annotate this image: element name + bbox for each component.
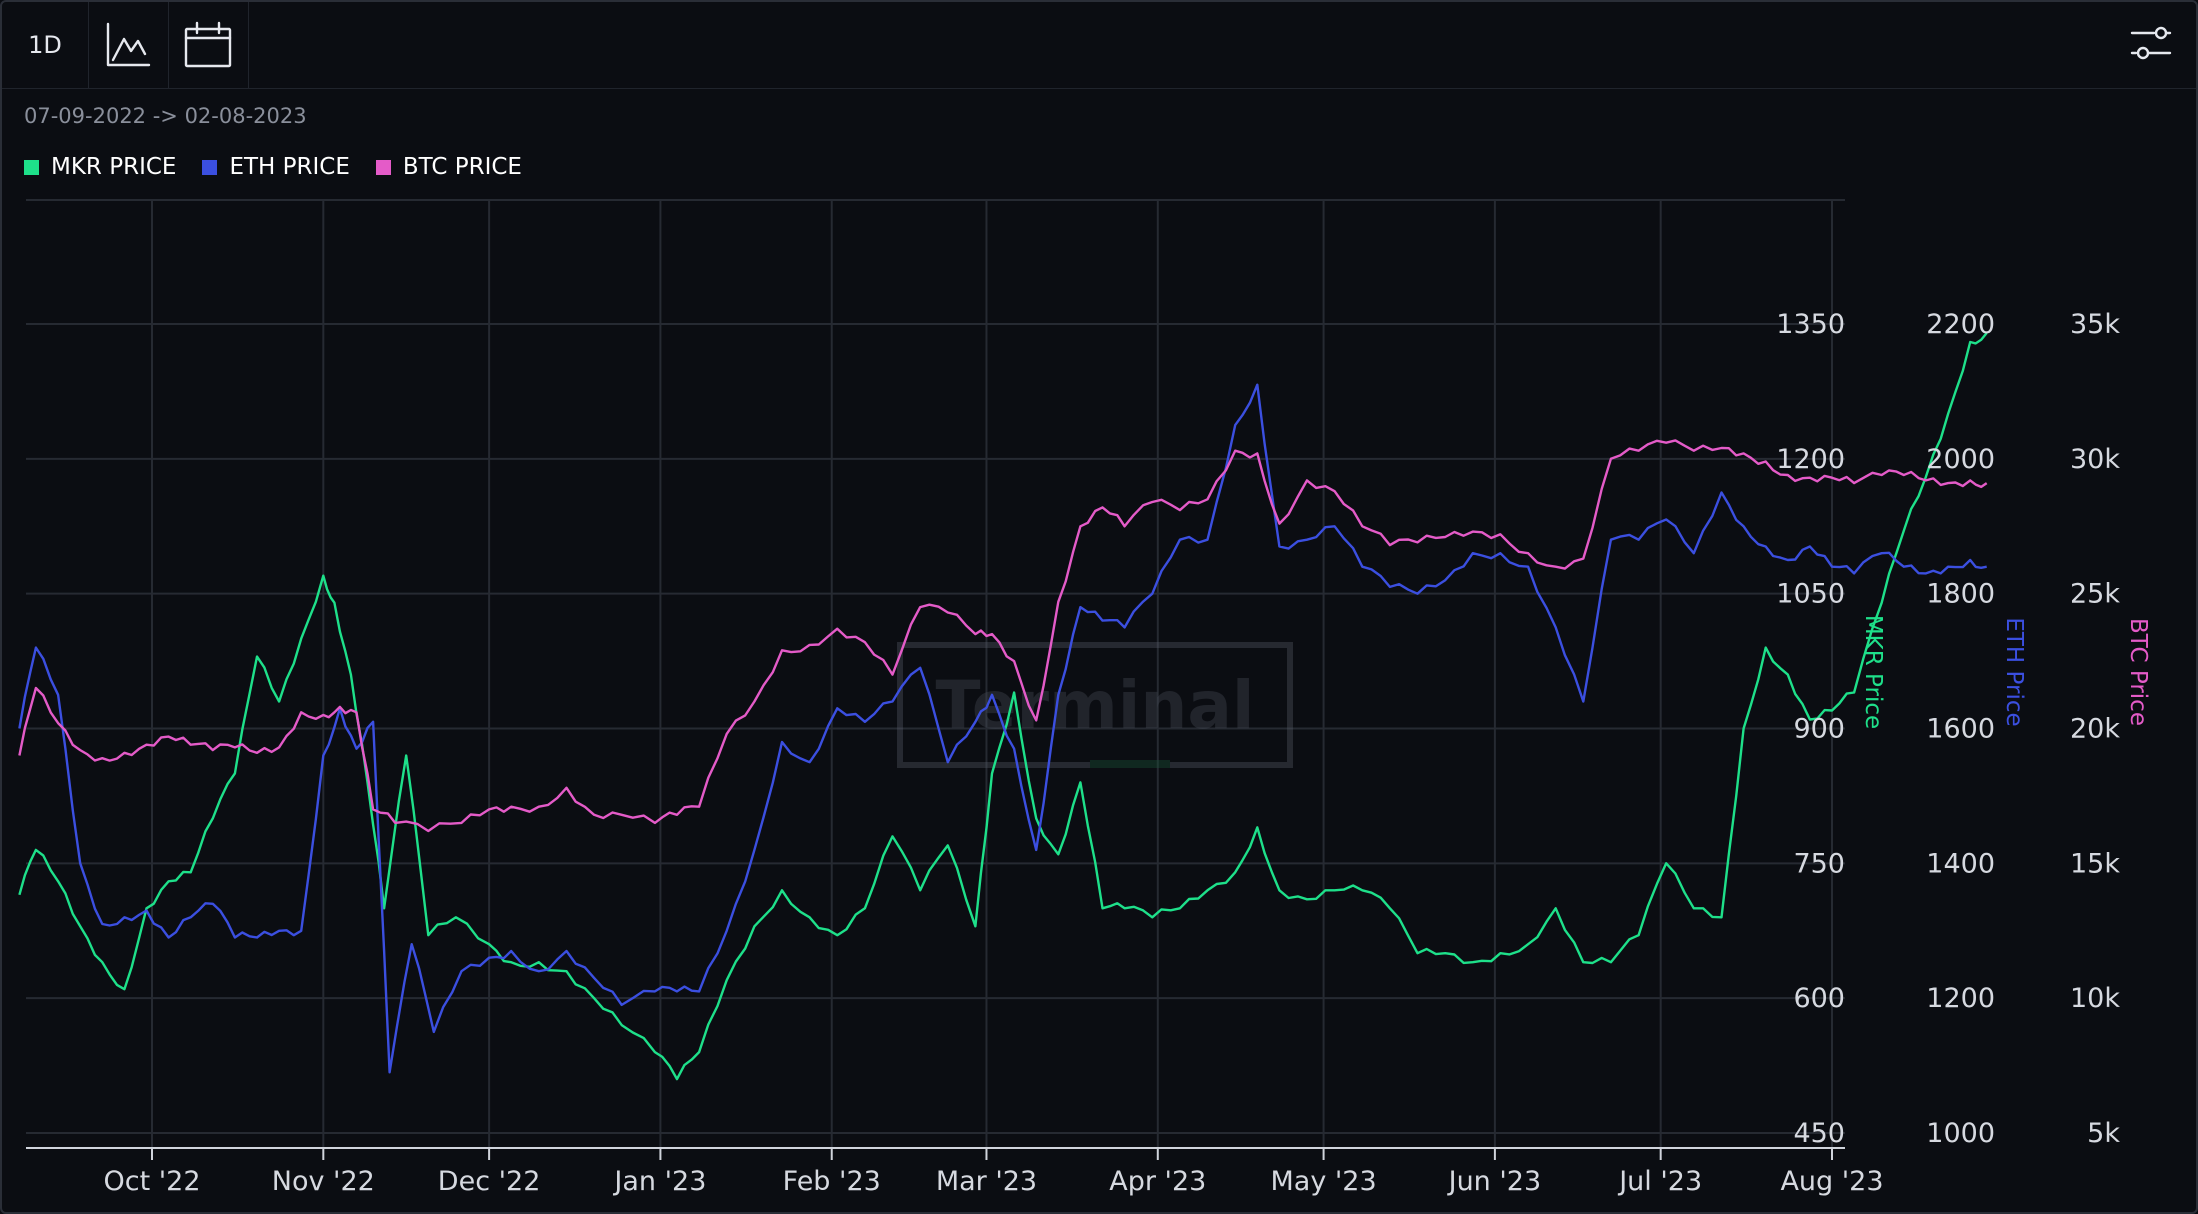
y-tick-label: 10k <box>2070 983 2120 1014</box>
x-tick-label: Jun '23 <box>1447 1166 1542 1197</box>
y-tick-label: 2000 <box>1926 444 1995 475</box>
y-tick-label: 35k <box>2070 309 2120 340</box>
x-tick-label: May '23 <box>1270 1166 1376 1197</box>
y-tick-label: 1200 <box>1776 444 1845 475</box>
watermark-text: Terminal <box>935 667 1254 744</box>
price-chart[interactable]: Terminal Oct '22 Nov '22 Dec '22 Jan '23 Feb… <box>0 0 2198 1214</box>
y-tick-label: 600 <box>1793 983 1845 1014</box>
y-tick-label: 25k <box>2070 579 2120 610</box>
y-tick-label: 1200 <box>1926 983 1995 1014</box>
y-axis-title: BTC Price <box>2125 618 2151 726</box>
y-tick-label: 20k <box>2070 714 2120 745</box>
x-tick-label: Jul '23 <box>1617 1166 1702 1197</box>
y-tick-label: 30k <box>2070 444 2120 475</box>
series-line-btc <box>18 439 1988 833</box>
y-tick-label: 5k <box>2087 1118 2120 1149</box>
y-tick-label: 750 <box>1793 848 1845 879</box>
y-tick-label: 1050 <box>1776 579 1845 610</box>
x-tick-label: Feb '23 <box>783 1166 881 1197</box>
x-tick-label: Mar '23 <box>936 1166 1037 1197</box>
y-tick-label: 900 <box>1793 714 1845 745</box>
x-tick-label: Oct '22 <box>103 1166 200 1197</box>
x-tick-label: Nov '22 <box>272 1166 375 1197</box>
x-tick-label: Dec '22 <box>438 1166 541 1197</box>
y-axis-title: MKR Price <box>1860 615 1886 729</box>
x-tick-label: Aug '23 <box>1780 1166 1883 1197</box>
watermark: Terminal <box>897 642 1293 768</box>
y-tick-label: 15k <box>2070 848 2120 879</box>
y-tick-label: 2200 <box>1926 309 1995 340</box>
y-tick-label: 1000 <box>1926 1118 1995 1149</box>
y-tick-label: 1400 <box>1926 848 1995 879</box>
x-tick-label: Jan '23 <box>612 1166 706 1197</box>
y-tick-label: 1600 <box>1926 714 1995 745</box>
y-tick-label: 450 <box>1793 1118 1845 1149</box>
x-tick-label: Apr '23 <box>1109 1166 1206 1197</box>
y-tick-label: 1800 <box>1926 579 1995 610</box>
y-axis-title: ETH Price <box>2001 617 2027 726</box>
y-tick-label: 1350 <box>1776 309 1845 340</box>
